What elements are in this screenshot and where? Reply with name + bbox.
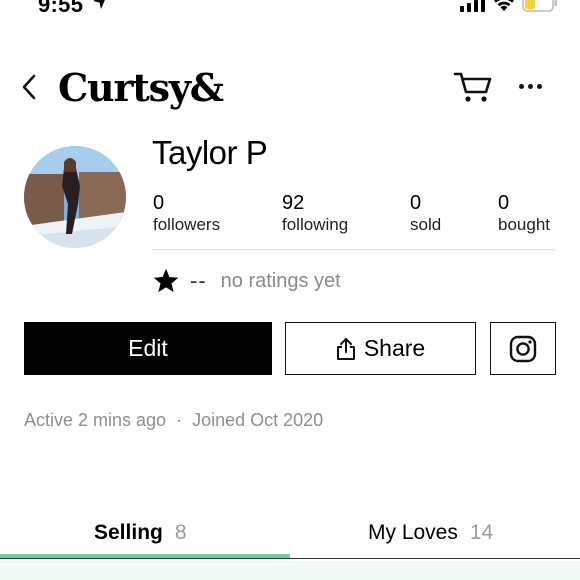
stat-label: sold (410, 215, 442, 234)
rating-row[interactable]: -- no ratings yet (152, 264, 341, 298)
signal-icon (460, 0, 485, 12)
more-options-button[interactable] (512, 68, 548, 104)
stat-sold[interactable]: 0 sold (410, 192, 441, 236)
stat-label: following (282, 215, 349, 234)
status-bar: 9:55 (0, 0, 580, 22)
cart-button[interactable] (452, 68, 496, 104)
status-icons (460, 0, 558, 12)
stat-label: bought (498, 215, 550, 234)
back-button[interactable] (14, 70, 44, 104)
tab-count: 8 (174, 521, 187, 544)
more-dots-icon (518, 83, 524, 89)
stat-following[interactable]: 92 following (282, 192, 348, 236)
share-icon (336, 337, 355, 360)
cart-icon (453, 72, 492, 102)
tabs-divider (0, 558, 580, 559)
chevron-left-icon (22, 74, 36, 100)
stat-followers[interactable]: 0 followers (153, 192, 220, 236)
tab-my-loves[interactable]: My Loves 14 (368, 510, 493, 556)
instagram-button[interactable] (490, 322, 556, 375)
battery-icon (522, 0, 557, 12)
activity-info: Active 2 mins ago · Joined Oct 2020 (24, 410, 323, 431)
app-logo: Curtsy& (58, 65, 224, 110)
avatar-photo (24, 146, 126, 248)
tab-count: 14 (469, 521, 494, 544)
share-label: Share (363, 335, 426, 361)
profile-tabs: Selling 8 My Loves 14 (0, 510, 580, 560)
top-nav: Curtsy& (0, 60, 580, 116)
avatar[interactable] (24, 146, 126, 248)
listings-area (0, 561, 580, 580)
edit-button[interactable]: Edit (24, 322, 272, 375)
last-active: Active 2 mins ago (24, 410, 167, 430)
star-icon (153, 268, 179, 293)
share-button[interactable]: Share (285, 322, 476, 375)
separator-dot: · (176, 410, 183, 430)
status-time: 9:55 (38, 0, 84, 17)
stat-bought[interactable]: 0 bought (498, 192, 550, 236)
wifi-icon (494, 0, 514, 11)
stat-label: followers (153, 215, 221, 234)
tab-label: My Loves (368, 521, 458, 544)
stat-value: 0 (410, 192, 422, 214)
location-arrow-icon (93, 0, 105, 9)
joined-date: Joined Oct 2020 (192, 410, 324, 430)
rating-value: -- (190, 268, 207, 293)
tab-selling[interactable]: Selling 8 (94, 510, 187, 556)
stats-divider (152, 249, 556, 250)
stat-value: 0 (498, 192, 510, 214)
tab-label: Selling (94, 521, 163, 544)
profile-name: Taylor P (152, 134, 268, 171)
stat-value: 92 (282, 192, 305, 214)
rating-text: no ratings yet (220, 269, 341, 292)
stat-value: 0 (153, 192, 165, 214)
instagram-icon (509, 335, 537, 362)
